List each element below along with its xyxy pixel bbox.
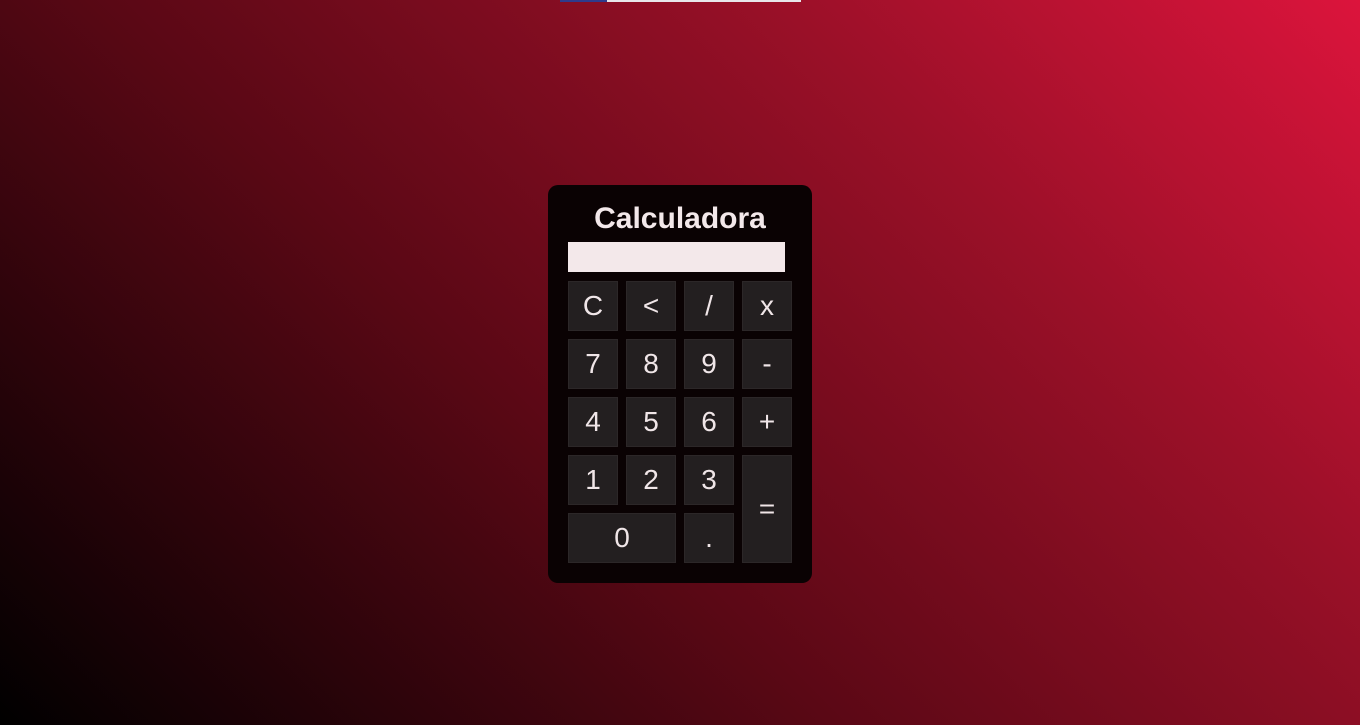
decimal-button[interactable]: . bbox=[684, 513, 734, 563]
calculator-title: Calculadora bbox=[594, 202, 766, 235]
plus-button[interactable]: + bbox=[742, 397, 792, 447]
multiply-button[interactable]: x bbox=[742, 281, 792, 331]
digit-3-button[interactable]: 3 bbox=[684, 455, 734, 505]
backspace-button[interactable]: < bbox=[626, 281, 676, 331]
calculator-panel: Calculadora C < / x 7 8 9 - 4 5 6 + 1 2 … bbox=[548, 185, 812, 583]
minus-button[interactable]: - bbox=[742, 339, 792, 389]
digit-4-button[interactable]: 4 bbox=[568, 397, 618, 447]
divide-button[interactable]: / bbox=[684, 281, 734, 331]
digit-6-button[interactable]: 6 bbox=[684, 397, 734, 447]
top-strip-accent bbox=[560, 0, 607, 2]
digit-1-button[interactable]: 1 bbox=[568, 455, 618, 505]
equals-button[interactable]: = bbox=[742, 455, 792, 563]
digit-2-button[interactable]: 2 bbox=[626, 455, 676, 505]
digit-8-button[interactable]: 8 bbox=[626, 339, 676, 389]
digit-5-button[interactable]: 5 bbox=[626, 397, 676, 447]
top-strip bbox=[560, 0, 801, 2]
digit-0-button[interactable]: 0 bbox=[568, 513, 676, 563]
clear-button[interactable]: C bbox=[568, 281, 618, 331]
calculator-display[interactable] bbox=[568, 242, 785, 272]
digit-7-button[interactable]: 7 bbox=[568, 339, 618, 389]
digit-9-button[interactable]: 9 bbox=[684, 339, 734, 389]
